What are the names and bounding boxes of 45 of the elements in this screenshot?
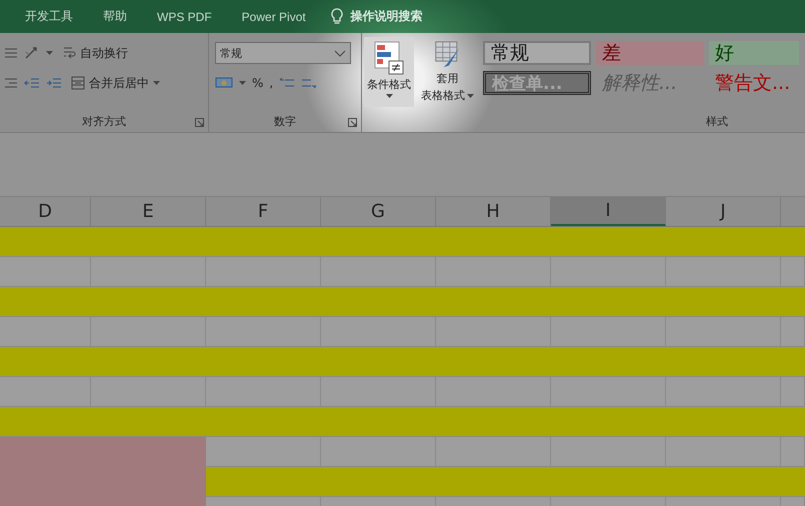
lightbulb-icon: [330, 8, 343, 25]
decrease-indent-icon[interactable]: [24, 77, 40, 89]
comma-style-button[interactable]: ,: [269, 76, 274, 90]
currency-icon[interactable]: [215, 76, 233, 90]
merge-cells-icon: [71, 76, 85, 90]
wrap-text-button[interactable]: 自动换行: [59, 41, 131, 65]
increase-indent-icon[interactable]: [46, 77, 62, 89]
conditional-format-icon: [374, 41, 404, 75]
cell-style-item[interactable]: 好: [709, 41, 799, 65]
caret-icon: [386, 94, 392, 98]
merge-center-button[interactable]: 合并后居中: [68, 71, 163, 95]
group-label: 样式: [706, 114, 728, 128]
column-header[interactable]: I: [551, 197, 666, 226]
ribbon-tab[interactable]: 开发工具: [14, 8, 84, 25]
align-icon[interactable]: [4, 47, 18, 59]
cell-style-item[interactable]: 差: [596, 41, 704, 65]
column-header[interactable]: G: [321, 197, 436, 226]
ribbon-tab[interactable]: Power Pivot: [230, 10, 317, 24]
table-cell: [781, 317, 805, 347]
chevron-down-icon: [334, 50, 346, 56]
column-header[interactable]: E: [91, 197, 206, 226]
dialog-launcher-icon[interactable]: [348, 118, 357, 127]
percent-style-button[interactable]: %: [252, 76, 264, 90]
format-as-table-button[interactable]: 套用 表格格式: [418, 37, 477, 107]
group-label: 数字: [274, 114, 296, 128]
table-cell: [781, 257, 805, 287]
cell-style-item[interactable]: 常规: [483, 41, 591, 65]
number-format-dropdown[interactable]: 常规: [215, 42, 351, 64]
dialog-launcher-icon[interactable]: [195, 118, 204, 127]
caret-icon: [239, 81, 246, 85]
table-cell: [781, 437, 805, 467]
ribbon-tab[interactable]: 帮助: [92, 8, 138, 25]
caret-icon: [467, 94, 474, 98]
caret-icon: [46, 51, 53, 55]
caret-icon: [153, 81, 160, 85]
column-header[interactable]: F: [206, 197, 321, 226]
conditional-formatting-button[interactable]: 条件格式: [364, 37, 414, 107]
table-cell: [781, 377, 805, 407]
ribbon-tab[interactable]: WPS PDF: [146, 10, 223, 24]
column-header[interactable]: D: [0, 197, 91, 226]
tell-me-search[interactable]: 操作说明搜索: [350, 8, 423, 25]
column-header[interactable]: J: [666, 197, 781, 226]
align-right-icon[interactable]: [4, 77, 18, 89]
wrap-text-icon: [62, 46, 76, 60]
group-label: 对齐方式: [82, 114, 126, 128]
